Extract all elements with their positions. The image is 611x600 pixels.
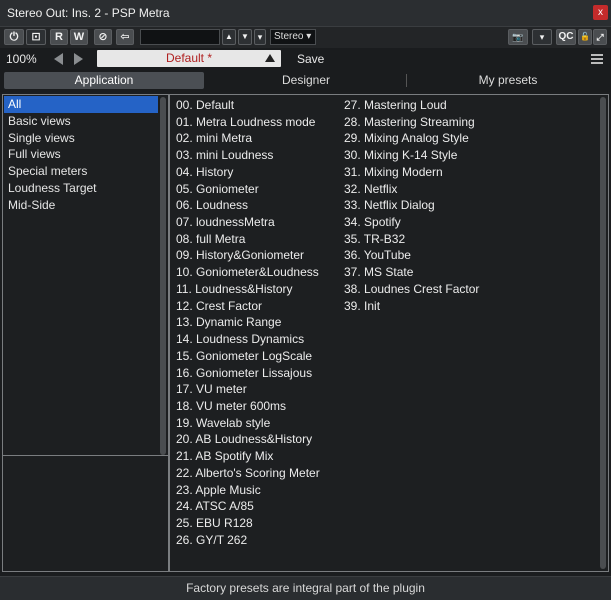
- preset-item[interactable]: 37. MS State: [344, 264, 479, 281]
- status-message: Factory presets are integral part of the…: [186, 581, 425, 595]
- tab-divider: [406, 74, 407, 87]
- preset-item[interactable]: 16. Goniometer Lissajous: [176, 365, 320, 382]
- panel-divider: [3, 455, 168, 456]
- previous-preset-arrow-icon[interactable]: [54, 53, 63, 65]
- triangle-up-icon: [265, 54, 275, 62]
- power-button[interactable]: ⏻: [4, 29, 24, 45]
- expand-button[interactable]: ⤢: [593, 29, 607, 45]
- preset-item[interactable]: 24. ATSC A/85: [176, 498, 320, 515]
- bypass-button[interactable]: ⊘: [94, 29, 112, 45]
- plugin-header: 100% Default * Save: [0, 48, 611, 70]
- preset-item[interactable]: 33. Netflix Dialog: [344, 197, 479, 214]
- routing-value: Stereo: [274, 31, 304, 42]
- zoom-level[interactable]: 100%: [6, 52, 37, 66]
- preset-item[interactable]: 04. History: [176, 164, 320, 181]
- preset-item[interactable]: 11. Loudness&History: [176, 281, 320, 298]
- preset-column-1: 00. Default 01. Metra Loudness mode 02. …: [176, 97, 320, 548]
- preset-item[interactable]: 29. Mixing Analog Style: [344, 130, 479, 147]
- close-button[interactable]: x: [593, 5, 608, 20]
- preset-item[interactable]: 35. TR-B32: [344, 231, 479, 248]
- preset-item[interactable]: 01. Metra Loudness mode: [176, 114, 320, 131]
- preset-item[interactable]: 13. Dynamic Range: [176, 314, 320, 331]
- preset-item[interactable]: 21. AB Spotify Mix: [176, 448, 320, 465]
- chevron-down-icon: ▾: [306, 31, 312, 42]
- preset-item[interactable]: 30. Mixing K-14 Style: [344, 147, 479, 164]
- preset-item[interactable]: 07. loudnessMetra: [176, 214, 320, 231]
- tab-application[interactable]: Application: [4, 72, 204, 89]
- preset-item[interactable]: 39. Init: [344, 298, 479, 315]
- preset-item[interactable]: 23. Apple Music: [176, 482, 320, 499]
- hamburger-menu-icon[interactable]: [591, 54, 603, 64]
- next-preset-arrow-icon[interactable]: [74, 53, 83, 65]
- preset-item[interactable]: 36. YouTube: [344, 247, 479, 264]
- preset-name: Default *: [165, 51, 213, 65]
- category-item[interactable]: Special meters: [4, 163, 158, 180]
- preset-panel: 00. Default 01. Metra Loudness mode 02. …: [169, 94, 609, 572]
- snapshot-button[interactable]: 📷: [508, 29, 528, 45]
- preset-item[interactable]: 34. Spotify: [344, 214, 479, 231]
- preset-item[interactable]: 10. Goniometer&Loudness: [176, 264, 320, 281]
- category-item[interactable]: All: [4, 96, 158, 113]
- preset-item[interactable]: 03. mini Loudness: [176, 147, 320, 164]
- category-item[interactable]: Basic views: [4, 113, 158, 130]
- preset-item[interactable]: 25. EBU R128: [176, 515, 320, 532]
- preset-scrollbar[interactable]: [600, 97, 606, 569]
- host-preset-field[interactable]: [140, 29, 220, 45]
- back-button[interactable]: ⇦: [116, 29, 134, 45]
- preset-item[interactable]: 02. mini Metra: [176, 130, 320, 147]
- tab-designer[interactable]: Designer: [206, 72, 406, 89]
- preset-item[interactable]: 32. Netflix: [344, 181, 479, 198]
- category-panel: All Basic views Single views Full views …: [2, 94, 169, 572]
- preset-item[interactable]: 14. Loudness Dynamics: [176, 331, 320, 348]
- preset-item[interactable]: 15. Goniometer LogScale: [176, 348, 320, 365]
- preset-item[interactable]: 17. VU meter: [176, 381, 320, 398]
- preset-item[interactable]: 28. Mastering Streaming: [344, 114, 479, 131]
- category-item[interactable]: Mid-Side: [4, 197, 158, 214]
- preset-item[interactable]: 26. GY/T 262: [176, 532, 320, 549]
- category-item[interactable]: Full views: [4, 146, 158, 163]
- tab-my-presets[interactable]: My presets: [408, 72, 608, 89]
- preset-item[interactable]: 31. Mixing Modern: [344, 164, 479, 181]
- save-button[interactable]: Save: [297, 52, 324, 66]
- preset-selector[interactable]: Default *: [97, 50, 281, 67]
- preset-column-2: 27. Mastering Loud 28. Mastering Streami…: [344, 97, 479, 314]
- preset-tabs: Application Designer My presets: [0, 70, 611, 92]
- preset-item[interactable]: 06. Loudness: [176, 197, 320, 214]
- preset-item[interactable]: 38. Loudnes Crest Factor: [344, 281, 479, 298]
- routing-select[interactable]: Stereo ▾: [270, 29, 316, 45]
- settings-menu-button[interactable]: ▾: [532, 29, 552, 45]
- category-scrollbar[interactable]: [160, 97, 166, 455]
- lock-button[interactable]: 🔓: [578, 29, 592, 45]
- preset-item[interactable]: 00. Default: [176, 97, 320, 114]
- status-bar: Factory presets are integral part of the…: [0, 576, 611, 600]
- host-toolbar: ⏻ ⊡ R W ⊘ ⇦ ▲ ▼ ▾ Stereo ▾ 📷 ▾ QC 🔓 ⤢: [0, 27, 611, 48]
- title-bar: Stereo Out: Ins. 2 - PSP Metra x: [0, 0, 611, 27]
- preset-item[interactable]: 08. full Metra: [176, 231, 320, 248]
- preset-item[interactable]: 19. Wavelab style: [176, 415, 320, 432]
- preset-menu-button[interactable]: ▾: [254, 29, 266, 45]
- preset-item[interactable]: 22. Alberto's Scoring Meter: [176, 465, 320, 482]
- category-item[interactable]: Single views: [4, 130, 158, 147]
- category-item[interactable]: Loudness Target: [4, 180, 158, 197]
- previous-preset-button[interactable]: ▲: [222, 29, 236, 45]
- read-automation-button[interactable]: R: [50, 29, 68, 45]
- preset-item[interactable]: 20. AB Loudness&History: [176, 431, 320, 448]
- next-preset-button[interactable]: ▼: [238, 29, 252, 45]
- compare-button[interactable]: ⊡: [26, 29, 46, 45]
- write-automation-button[interactable]: W: [70, 29, 88, 45]
- preset-item[interactable]: 05. Goniometer: [176, 181, 320, 198]
- preset-item[interactable]: 27. Mastering Loud: [344, 97, 479, 114]
- window-title: Stereo Out: Ins. 2 - PSP Metra: [7, 6, 170, 20]
- preset-item[interactable]: 09. History&Goniometer: [176, 247, 320, 264]
- preset-item[interactable]: 18. VU meter 600ms: [176, 398, 320, 415]
- qc-button[interactable]: QC: [556, 29, 576, 45]
- preset-item[interactable]: 12. Crest Factor: [176, 298, 320, 315]
- category-list: All Basic views Single views Full views …: [4, 96, 158, 214]
